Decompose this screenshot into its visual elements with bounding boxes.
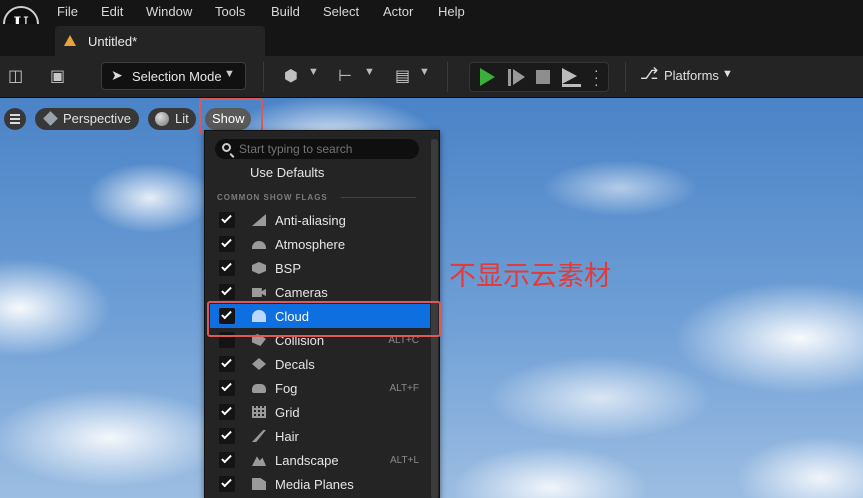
menu-edit[interactable]: Edit [101, 4, 123, 19]
menu-build[interactable]: Build [271, 4, 300, 19]
level-viewport[interactable]: Perspective Lit Show Use Defaults COMMON… [0, 98, 863, 498]
level-tab[interactable]: Untitled* [55, 26, 265, 56]
section-header: COMMON SHOW FLAGS [217, 193, 328, 202]
platforms-label: Platforms [664, 68, 719, 83]
checkbox[interactable] [219, 356, 235, 372]
show-flag-decals[interactable]: Decals [205, 352, 431, 376]
flag-label: Cameras [275, 285, 328, 300]
content-browser-icon[interactable]: ▣ [50, 66, 65, 86]
atmosphere-icon [252, 241, 266, 249]
add-actor-icon[interactable]: ⬢ [284, 66, 298, 86]
checkbox[interactable] [219, 476, 235, 492]
view-mode-label: Lit [175, 111, 189, 126]
show-flag-anti-aliasing[interactable]: Anti-aliasing [205, 208, 431, 232]
use-defaults-item[interactable]: Use Defaults [250, 165, 324, 180]
advance-frame-icon[interactable] [508, 69, 526, 86]
flag-label: Grid [275, 405, 300, 420]
checkbox[interactable] [219, 260, 235, 276]
view-mode-button[interactable]: Lit [148, 108, 196, 130]
checkbox[interactable] [219, 284, 235, 300]
play-icon[interactable] [480, 68, 495, 86]
toolbar-divider [447, 62, 448, 92]
search-input[interactable] [239, 141, 411, 157]
show-flag-hair[interactable]: Hair [205, 424, 431, 448]
perspective-button[interactable]: Perspective [35, 108, 139, 130]
menu-window[interactable]: Window [146, 4, 192, 19]
shortcut-label: ALT+L [390, 455, 419, 466]
chevron-down-icon: ▼ [224, 68, 235, 80]
hair-icon [252, 430, 266, 442]
flag-label: Atmosphere [275, 237, 346, 252]
decal-icon [252, 358, 266, 370]
camera-icon [252, 288, 266, 297]
flag-label: Fog [275, 381, 298, 396]
toolbar-divider [263, 62, 264, 92]
bsp-cube-icon [252, 262, 266, 274]
chevron-down-icon[interactable]: ▼ [419, 66, 430, 78]
blueprint-icon[interactable]: ⊢ [338, 66, 352, 86]
menu-file[interactable]: File [57, 4, 78, 19]
lit-sphere-icon [155, 112, 169, 126]
search-field[interactable] [215, 139, 419, 159]
landscape-icon [252, 456, 266, 466]
flag-label: Landscape [275, 453, 339, 468]
gamepad-icon: ⎇ [640, 66, 659, 83]
chevron-down-icon: ▼ [722, 68, 733, 80]
save-icon[interactable]: ◫ [8, 66, 23, 86]
checkbox[interactable] [219, 452, 235, 468]
selection-mode-label: Selection Mode [132, 69, 222, 84]
checkbox[interactable] [219, 212, 235, 228]
hamburger-icon [10, 114, 20, 124]
play-controls: · · · [469, 62, 609, 92]
level-warning-icon [64, 35, 76, 46]
chevron-down-icon[interactable]: ▼ [364, 66, 375, 78]
grid-icon [252, 406, 266, 418]
show-flag-bsp[interactable]: BSP [205, 256, 431, 280]
media-plane-icon [252, 478, 266, 490]
show-flag-landscape[interactable]: Landscape ALT+L [205, 448, 431, 472]
checkbox[interactable] [219, 404, 235, 420]
menu-select[interactable]: Select [323, 4, 359, 19]
main-toolbar: ◫ ▣ ➤ Selection Mode ▼ ⬢ ▼ ⊢ ▼ ▤ ▼ · · · ⎇… [0, 56, 863, 98]
flag-label: Hair [275, 429, 299, 444]
menu-actor[interactable]: Actor [383, 4, 413, 19]
level-tab-title: Untitled* [88, 34, 138, 49]
flag-label: Media Planes [275, 477, 354, 492]
checkbox[interactable] [219, 236, 235, 252]
cursor-icon: ➤ [111, 67, 123, 83]
highlight-box-show [199, 98, 263, 134]
cube-icon [43, 111, 58, 126]
show-flag-media-planes[interactable]: Media Planes [205, 472, 431, 496]
show-flag-fog[interactable]: Fog ALT+F [205, 376, 431, 400]
selection-mode-dropdown[interactable]: ➤ Selection Mode ▼ [101, 62, 246, 90]
anti-aliasing-icon [252, 214, 266, 226]
menu-tools[interactable]: Tools [215, 4, 245, 19]
menu-bar: U File Edit Window Tools Build Select Ac… [0, 0, 863, 42]
search-icon [222, 143, 231, 152]
perspective-label: Perspective [63, 111, 131, 126]
stop-icon[interactable] [536, 70, 550, 84]
checkbox[interactable] [219, 380, 235, 396]
toolbar-divider [625, 62, 626, 92]
menu-help[interactable]: Help [438, 4, 465, 19]
show-flag-grid[interactable]: Grid [205, 400, 431, 424]
eject-icon[interactable] [562, 68, 582, 87]
show-flag-atmosphere[interactable]: Atmosphere [205, 232, 431, 256]
flag-label: Anti-aliasing [275, 213, 346, 228]
cinematics-icon[interactable]: ▤ [395, 66, 410, 86]
section-divider [341, 197, 416, 198]
annotation-text: 不显示云素材 [449, 261, 611, 292]
flag-label: Decals [275, 357, 315, 372]
more-options-icon[interactable]: · · · [594, 63, 599, 91]
document-tab-bar: Untitled* [0, 24, 863, 56]
checkbox[interactable] [219, 428, 235, 444]
highlight-box-cloud [207, 301, 441, 337]
viewport-options-button[interactable] [4, 108, 26, 130]
flag-label: BSP [275, 261, 302, 276]
fog-icon [252, 384, 266, 393]
chevron-down-icon[interactable]: ▼ [308, 66, 319, 78]
shortcut-label: ALT+F [389, 383, 419, 394]
